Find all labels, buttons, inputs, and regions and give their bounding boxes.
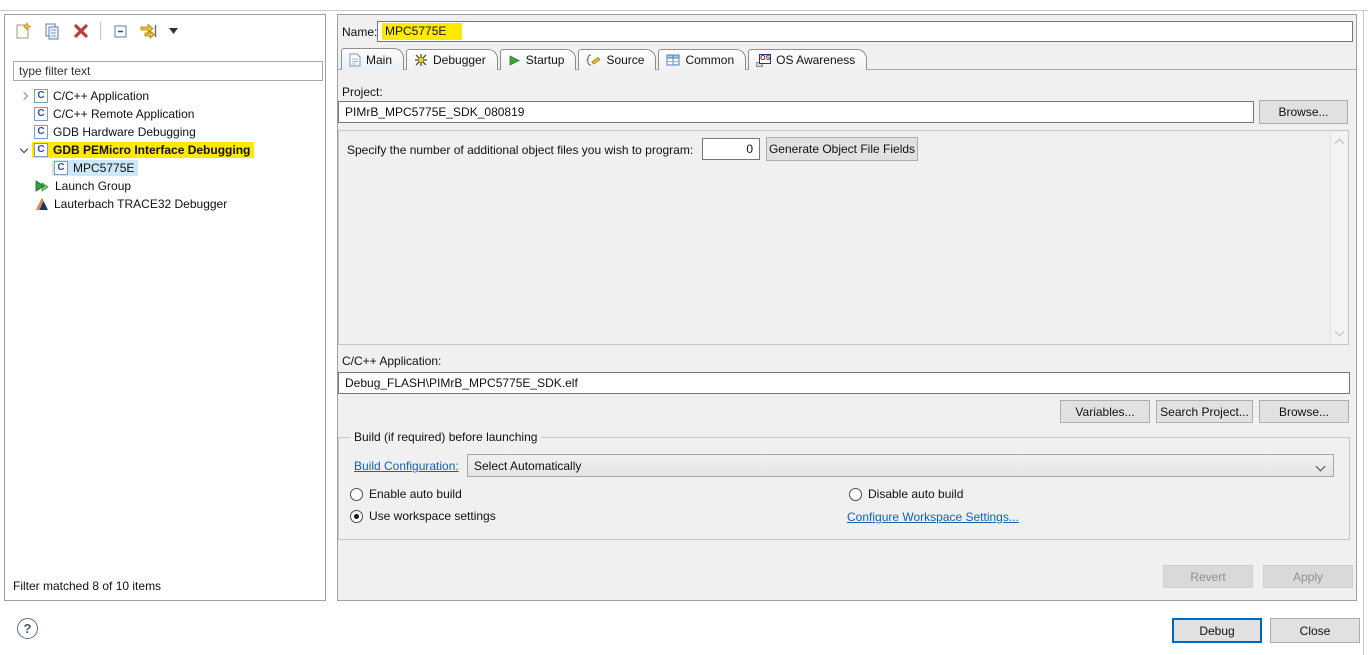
- startup-play-icon: [508, 54, 521, 67]
- search-project-button[interactable]: Search Project...: [1156, 400, 1253, 423]
- chevron-right-icon[interactable]: [16, 93, 32, 99]
- document-icon: [349, 53, 361, 67]
- c-app-icon: C: [34, 143, 48, 157]
- tree-item-lauterbach-trace32[interactable]: Lauterbach TRACE32 Debugger: [5, 195, 325, 213]
- launch-configurations-dialog: C C/C++ Application C C/C++ Remote Appli…: [0, 0, 1368, 655]
- object-files-label: Specify the number of additional object …: [347, 143, 693, 157]
- tab-main[interactable]: Main: [341, 48, 404, 70]
- tab-common[interactable]: Common: [658, 49, 746, 70]
- tab-source[interactable]: Source: [578, 49, 656, 70]
- c-app-icon: C: [34, 125, 48, 139]
- build-configuration-select[interactable]: Select Automatically: [467, 454, 1334, 477]
- chevron-down-icon: [1316, 462, 1326, 472]
- build-group-legend: Build (if required) before launching: [350, 430, 541, 444]
- lauterbach-trace32-icon: [34, 197, 49, 211]
- source-icon: [586, 53, 601, 67]
- configurations-panel: C C/C++ Application C C/C++ Remote Appli…: [4, 14, 326, 601]
- close-button[interactable]: Close: [1270, 618, 1360, 643]
- cpp-application-label: C/C++ Application:: [342, 354, 441, 368]
- tree-item-launch-group[interactable]: Launch Group: [5, 177, 325, 195]
- project-label: Project:: [342, 85, 383, 99]
- scroll-up-icon[interactable]: [1335, 139, 1345, 149]
- filter-input[interactable]: [13, 61, 323, 81]
- c-app-icon: C: [34, 107, 48, 121]
- project-browse-button[interactable]: Browse...: [1259, 100, 1348, 124]
- selected-tree-item: C MPC5775E: [52, 160, 138, 176]
- toolbar-separator: [100, 22, 101, 40]
- window-right-border: [1363, 10, 1364, 655]
- variables-button[interactable]: Variables...: [1060, 400, 1150, 423]
- tree-item-cpp-application[interactable]: C C/C++ Application: [5, 87, 325, 105]
- disable-auto-build-radio[interactable]: Disable auto build: [849, 487, 963, 501]
- c-app-icon: C: [54, 161, 68, 175]
- configurations-tree: C C/C++ Application C C/C++ Remote Appli…: [5, 87, 325, 213]
- debug-button[interactable]: Debug: [1172, 618, 1262, 643]
- radio-unselected-icon[interactable]: [849, 488, 862, 501]
- generate-object-file-fields-button[interactable]: Generate Object File Fields: [766, 137, 918, 161]
- application-browse-button[interactable]: Browse...: [1259, 400, 1349, 423]
- radio-selected-icon[interactable]: [350, 510, 363, 523]
- new-launch-config-icon[interactable]: [12, 20, 34, 42]
- tab-os-awareness[interactable]: OS OS Awareness: [748, 49, 867, 70]
- collapse-all-icon[interactable]: [109, 20, 131, 42]
- tree-item-mpc5775e[interactable]: C MPC5775E: [5, 159, 325, 177]
- name-label: Name:: [342, 25, 377, 39]
- window-top-border: [0, 10, 1368, 11]
- configurations-toolbar: [5, 15, 325, 47]
- os-icon: OS: [756, 54, 771, 67]
- revert-button[interactable]: Revert: [1163, 565, 1253, 588]
- name-value-highlight: MPC5775E: [382, 23, 462, 40]
- tab-strip: Main Debugger Startup: [337, 48, 1357, 70]
- object-files-count-input[interactable]: 0: [702, 138, 760, 160]
- tree-item-cpp-remote-application[interactable]: C C/C++ Remote Application: [5, 105, 325, 123]
- c-app-icon: C: [34, 89, 48, 103]
- enable-auto-build-radio[interactable]: Enable auto build: [350, 487, 462, 501]
- highlighted-tree-item: C GDB PEMicro Interface Debugging: [32, 142, 254, 158]
- project-input[interactable]: PIMrB_MPC5775E_SDK_080819: [338, 101, 1254, 123]
- name-input[interactable]: MPC5775E: [377, 21, 1353, 42]
- debug-icon: [414, 53, 428, 67]
- table-icon: [666, 54, 680, 66]
- radio-unselected-icon[interactable]: [350, 488, 363, 501]
- launch-group-icon: [34, 179, 50, 194]
- configure-workspace-settings-link[interactable]: Configure Workspace Settings...: [847, 510, 1019, 524]
- chevron-down-icon[interactable]: [16, 149, 32, 152]
- menu-dropdown-icon[interactable]: [167, 20, 179, 42]
- tab-startup[interactable]: Startup: [500, 49, 577, 70]
- build-configuration-link[interactable]: Build Configuration:: [354, 459, 459, 473]
- object-files-scrollbar[interactable]: [1330, 132, 1347, 343]
- object-files-group: [338, 130, 1349, 345]
- delete-launch-config-icon[interactable]: [70, 20, 92, 42]
- filter-launch-configs-icon[interactable]: [138, 20, 160, 42]
- cpp-application-input[interactable]: Debug_FLASH\PIMrB_MPC5775E_SDK.elf: [338, 372, 1350, 394]
- tree-item-gdb-hardware-debugging[interactable]: C GDB Hardware Debugging: [5, 123, 325, 141]
- help-icon[interactable]: ?: [17, 618, 38, 639]
- duplicate-launch-config-icon[interactable]: [41, 20, 63, 42]
- scroll-down-icon[interactable]: [1335, 327, 1345, 337]
- build-before-launch-group: [338, 437, 1350, 540]
- use-workspace-settings-radio[interactable]: Use workspace settings: [350, 509, 496, 523]
- filter-match-status: Filter matched 8 of 10 items: [13, 579, 161, 593]
- tree-item-gdb-pemicro-interface-debugging[interactable]: C GDB PEMicro Interface Debugging: [5, 141, 325, 159]
- apply-button[interactable]: Apply: [1263, 565, 1353, 588]
- tab-debugger[interactable]: Debugger: [406, 49, 498, 70]
